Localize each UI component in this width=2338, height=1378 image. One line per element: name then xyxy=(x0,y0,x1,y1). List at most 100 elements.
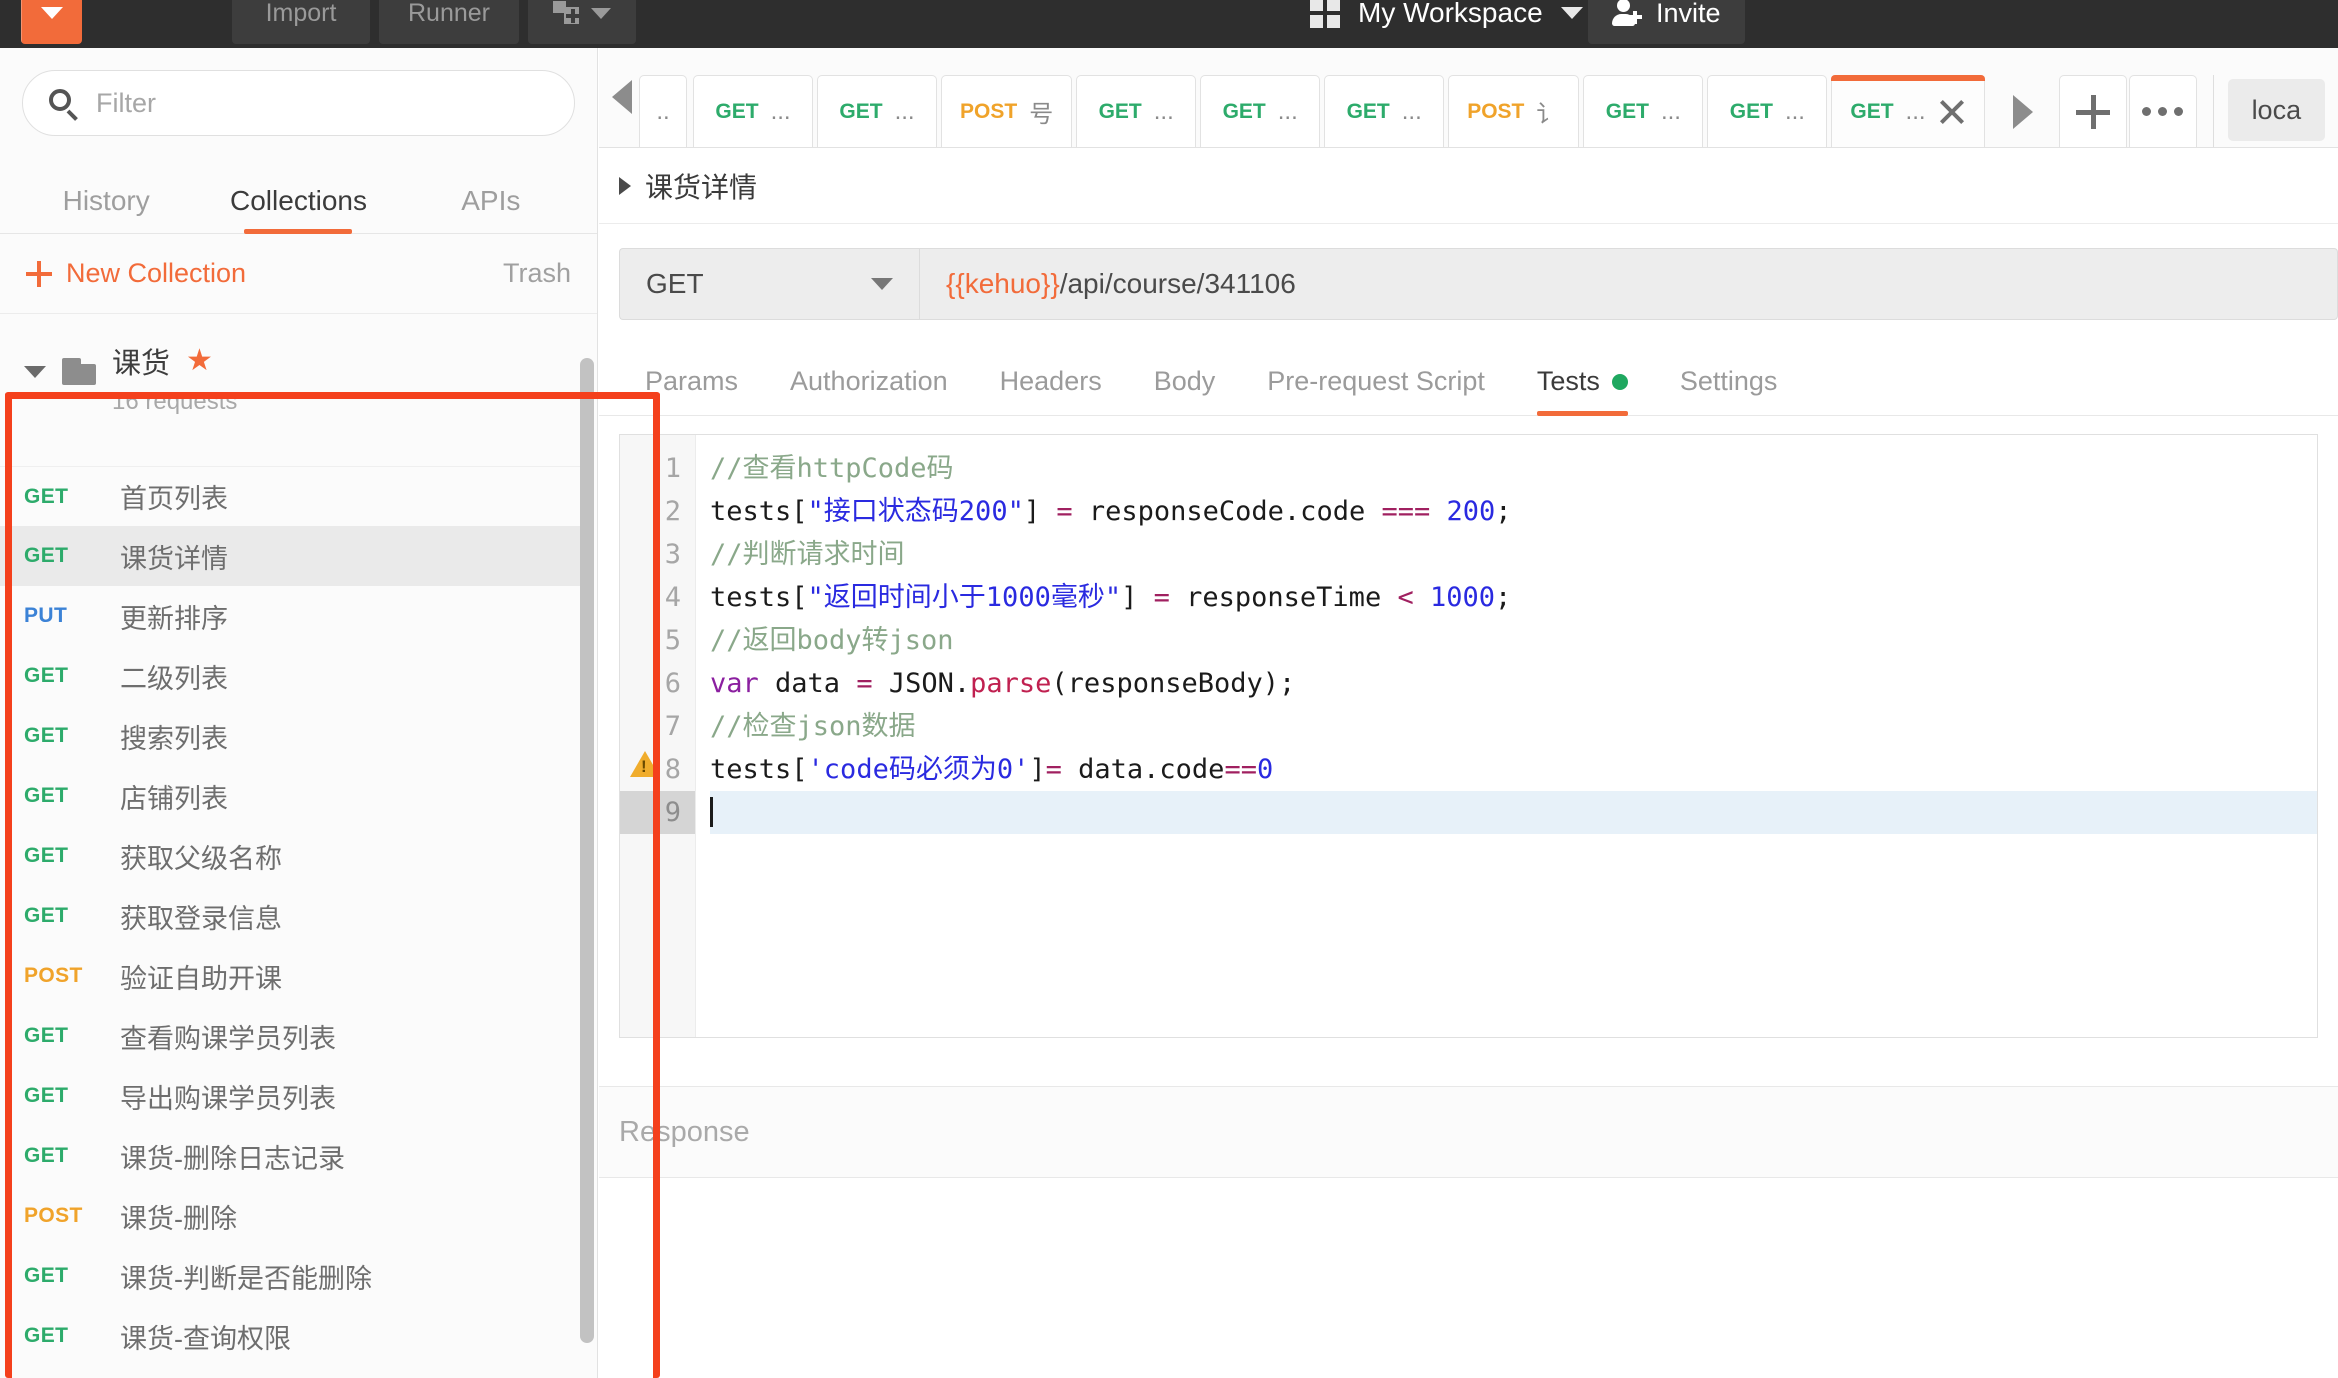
request-list-item[interactable]: POST课货-讲义编码反查 xyxy=(0,1366,580,1378)
request-tab[interactable]: GET... xyxy=(817,75,937,147)
star-icon[interactable]: ★ xyxy=(186,346,213,376)
code-token: var xyxy=(710,668,759,699)
chevron-down-icon xyxy=(41,7,63,19)
request-list-item[interactable]: GET 课货-判断是否能删除 xyxy=(0,1246,580,1306)
new-button[interactable]: New xyxy=(21,0,82,44)
request-tab[interactable]: GET... xyxy=(1324,75,1445,147)
code-token: parse xyxy=(970,668,1052,699)
request-list-item[interactable]: GET 课货-查询权限 xyxy=(0,1306,580,1366)
tab-apis-label: APIs xyxy=(461,185,521,216)
line-number: 5 xyxy=(664,625,681,656)
request-tab[interactable]: POST 号 xyxy=(941,75,1073,147)
request-list-item[interactable]: GET 获取父级名称 xyxy=(0,826,580,886)
triangle-right-icon[interactable] xyxy=(619,176,631,195)
request-list-item[interactable]: GET 获取登录信息 xyxy=(0,886,580,946)
request-tab-method: GET xyxy=(715,99,759,123)
request-name-label: 搜索列表 xyxy=(120,723,228,754)
code-token: 1000 xyxy=(1429,582,1496,613)
tab-apis[interactable]: APIs xyxy=(395,185,587,233)
tab-body[interactable]: Body xyxy=(1128,366,1242,415)
request-tab[interactable]: GET... xyxy=(1583,75,1704,147)
toolbar-divider xyxy=(2212,75,2214,147)
request-list-item[interactable]: POST 课货-删除 xyxy=(0,1186,580,1246)
import-button[interactable]: Import xyxy=(232,0,370,44)
tab-scroll-left-button[interactable] xyxy=(605,47,639,147)
request-name-label: 首页列表 xyxy=(120,484,228,514)
code-token: ] xyxy=(1029,754,1046,785)
workspace-selector[interactable]: My Workspace xyxy=(1310,0,1583,44)
request-method-label: GET xyxy=(24,724,69,747)
request-tab[interactable]: GET... xyxy=(1076,75,1197,147)
editor-code-area[interactable]: //查看httpCode码 tests["接口状态码200"] = respons… xyxy=(696,435,2317,1037)
trash-button[interactable]: Trash xyxy=(503,258,571,289)
request-tab[interactable]: GET... xyxy=(1831,75,1985,147)
collection-name: 课货 xyxy=(112,348,171,380)
request-method-label: GET xyxy=(24,544,69,567)
runner-button-label: Runner xyxy=(408,0,490,27)
tab-scroll-right-button[interactable] xyxy=(1989,75,2057,147)
invite-button[interactable]: Invite xyxy=(1588,0,1745,44)
ellipsis-icon xyxy=(2142,107,2184,116)
request-list-item[interactable]: PUT 更新排序 xyxy=(0,586,580,646)
collection-header[interactable]: 课货 ★ 16 requests xyxy=(0,314,597,416)
grid-icon xyxy=(1310,0,1340,28)
request-name-label: 验证自助开课 xyxy=(120,963,282,994)
url-input[interactable]: {{kehuo}}/api/course/341106 xyxy=(919,248,2338,320)
tab-authorization[interactable]: Authorization xyxy=(764,366,974,415)
tab-tests[interactable]: Tests xyxy=(1511,366,1654,416)
url-path: /api/course/341106 xyxy=(1059,268,1296,299)
code-line: //检查json数据 xyxy=(710,705,2317,748)
code-token: (responseBody); xyxy=(1051,668,1296,699)
new-button-dropdown[interactable] xyxy=(22,0,82,44)
tab-headers[interactable]: Headers xyxy=(974,366,1128,415)
response-section: Response xyxy=(599,1086,2338,1178)
sidebar-tabs: History Collections APIs xyxy=(0,150,597,234)
method-dropdown[interactable]: GET xyxy=(619,248,919,320)
triangle-left-icon xyxy=(612,80,632,114)
search-input[interactable]: Filter xyxy=(22,70,575,136)
tab-params[interactable]: Params xyxy=(619,366,764,415)
environment-selector[interactable]: loca xyxy=(2227,79,2326,141)
request-tab[interactable]: GET... xyxy=(1200,75,1321,147)
tests-code-editor[interactable]: 123456789 //查看httpCode码tests["接口状态码200"]… xyxy=(619,434,2318,1038)
runner-button[interactable]: Runner xyxy=(379,0,519,44)
new-window-button[interactable] xyxy=(528,0,636,44)
request-list-item[interactable]: GET 课货-删除日志记录 xyxy=(0,1126,580,1186)
triangle-down-icon[interactable] xyxy=(24,366,46,378)
request-tab[interactable]: POST 讠 xyxy=(1448,75,1580,147)
code-token: ; xyxy=(1495,496,1512,527)
request-name-label: 课货-查询权限 xyxy=(120,1323,291,1354)
main-pane: .. GET... GET... POST 号 GET... GET... GET... POS… xyxy=(599,48,2338,1378)
close-icon[interactable] xyxy=(1938,98,1966,126)
plus-icon xyxy=(2075,94,2110,129)
tab-collections[interactable]: Collections xyxy=(202,185,394,233)
request-list-item[interactable]: GET 店铺列表 xyxy=(0,766,580,826)
folder-icon xyxy=(62,358,96,385)
tab-history[interactable]: History xyxy=(10,185,202,233)
subtab-label: Tests xyxy=(1536,366,1600,396)
tab-pre-request-script[interactable]: Pre-request Script xyxy=(1241,366,1511,415)
request-tab-method: GET xyxy=(1098,99,1142,123)
code-token: //判断请求时间 xyxy=(710,539,905,570)
new-collection-button[interactable]: New Collection xyxy=(26,258,246,289)
request-tab[interactable]: .. xyxy=(639,75,687,147)
request-title-bar: 课货详情 xyxy=(599,148,2338,224)
request-tab[interactable]: GET... xyxy=(693,75,813,147)
request-list-item[interactable]: GET 课货详情 xyxy=(0,526,580,586)
request-list-item[interactable]: GET 搜索列表 xyxy=(0,706,580,766)
request-tab-name: 讠 xyxy=(1536,101,1561,128)
add-tab-button[interactable] xyxy=(2058,75,2127,147)
request-tab-name: .. xyxy=(656,97,670,125)
tab-more-button[interactable] xyxy=(2128,75,2197,147)
request-list-item[interactable]: POST 验证自助开课 xyxy=(0,946,580,1006)
request-list-item[interactable]: GET 查看购课学员列表 xyxy=(0,1006,580,1066)
request-list-item[interactable]: GET 二级列表 xyxy=(0,646,580,706)
request-tab[interactable]: GET... xyxy=(1707,75,1828,147)
code-line: tests['code码必须为0']= data.code==0 xyxy=(710,748,2317,791)
code-token: tests[ xyxy=(710,582,808,613)
request-list-item[interactable]: GET 导出购课学员列表 xyxy=(0,1066,580,1126)
sidebar-scrollbar[interactable] xyxy=(580,358,594,1343)
code-token: //返回body转json xyxy=(710,625,954,656)
request-list-item[interactable]: GET 首页列表 xyxy=(0,466,580,526)
tab-settings[interactable]: Settings xyxy=(1654,366,1804,415)
